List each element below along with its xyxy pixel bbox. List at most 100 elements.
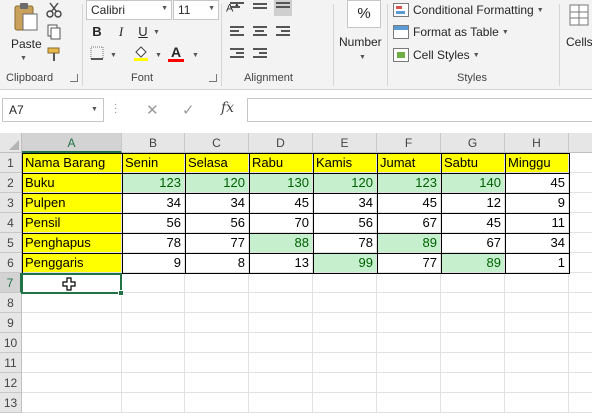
cell-d13[interactable] [249, 393, 313, 413]
column-header-c[interactable]: C [185, 133, 249, 153]
row-header-4[interactable]: 4 [0, 213, 22, 233]
cell-c6[interactable]: 8 [185, 253, 249, 273]
chevron-down-icon[interactable]: ▼ [91, 106, 98, 113]
cell-b6[interactable]: 9 [122, 253, 185, 273]
middle-align-icon[interactable] [253, 3, 267, 15]
bottom-align-icon[interactable] [274, 0, 292, 16]
cell-h8[interactable] [505, 293, 569, 313]
cell-c11[interactable] [185, 353, 249, 373]
cell-b3[interactable]: 34 [122, 193, 185, 213]
cells-group-label[interactable]: Cells [566, 35, 592, 49]
cell-d11[interactable] [249, 353, 313, 373]
align-right-icon[interactable] [276, 26, 290, 38]
cell-a10[interactable] [22, 333, 122, 353]
cell-b4[interactable]: 56 [122, 213, 185, 233]
paste-button[interactable]: Paste ▼ [4, 0, 42, 68]
row-header-9[interactable]: 9 [0, 313, 22, 333]
row-header-2[interactable]: 2 [0, 173, 22, 193]
cell-c12[interactable] [185, 373, 249, 393]
cell-e5[interactable]: 78 [313, 233, 377, 253]
cell-a11[interactable] [22, 353, 122, 373]
cell-e4[interactable]: 56 [313, 213, 377, 233]
cell-g3[interactable]: 12 [441, 193, 505, 213]
name-box[interactable]: A7 [2, 98, 104, 122]
font-launcher-icon[interactable] [209, 74, 217, 82]
row-header-7[interactable]: 7 [0, 273, 22, 293]
cell-h7[interactable] [505, 273, 569, 293]
cell-h3[interactable]: 9 [505, 193, 569, 213]
cell-i13[interactable] [569, 393, 592, 413]
cell-e12[interactable] [313, 373, 377, 393]
formula-input[interactable] [247, 98, 592, 122]
cell-i12[interactable] [569, 373, 592, 393]
row-header-10[interactable]: 10 [0, 333, 22, 353]
cell-h9[interactable] [505, 313, 569, 333]
cell-g2[interactable]: 140 [441, 173, 505, 193]
row-header-8[interactable]: 8 [0, 293, 22, 313]
cell-d8[interactable] [249, 293, 313, 313]
cell-h11[interactable] [505, 353, 569, 373]
cell-a9[interactable] [22, 313, 122, 333]
cell-i7[interactable] [569, 273, 592, 293]
row-header-11[interactable]: 11 [0, 353, 22, 373]
row-header-1[interactable]: 1 [0, 153, 22, 173]
cell-h12[interactable] [505, 373, 569, 393]
cell-f3[interactable]: 45 [377, 193, 441, 213]
cell-e11[interactable] [313, 353, 377, 373]
cell-g8[interactable] [441, 293, 505, 313]
cell-c9[interactable] [185, 313, 249, 333]
cell-d1[interactable]: Rabu [249, 153, 313, 173]
cell-e1[interactable]: Kamis [313, 153, 377, 173]
cell-b11[interactable] [122, 353, 185, 373]
cell-g12[interactable] [441, 373, 505, 393]
cell-e7[interactable] [313, 273, 377, 293]
cell-c2[interactable]: 120 [185, 173, 249, 193]
borders-icon[interactable] [90, 46, 104, 60]
enter-icon[interactable]: ✓ [182, 101, 195, 119]
align-center-icon[interactable] [253, 26, 267, 38]
cell-f2[interactable]: 123 [377, 173, 441, 193]
cell-g6[interactable]: 89 [441, 253, 505, 273]
cell-d10[interactable] [249, 333, 313, 353]
cell-e8[interactable] [313, 293, 377, 313]
cell-e13[interactable] [313, 393, 377, 413]
cell-i1[interactable] [569, 153, 592, 173]
cell-g13[interactable] [441, 393, 505, 413]
cell-i5[interactable] [569, 233, 592, 253]
cell-c13[interactable] [185, 393, 249, 413]
cell-i6[interactable] [569, 253, 592, 273]
cell-a12[interactable] [22, 373, 122, 393]
cell-a4[interactable]: Pensil [22, 213, 122, 233]
decrease-indent-icon[interactable] [230, 48, 244, 60]
italic-button[interactable]: I [112, 23, 130, 41]
column-header-f[interactable]: F [377, 133, 441, 153]
cell-d4[interactable]: 70 [249, 213, 313, 233]
cell-a1[interactable]: Nama Barang [22, 153, 122, 173]
cell-e10[interactable] [313, 333, 377, 353]
cell-b1[interactable]: Senin [122, 153, 185, 173]
chevron-down-icon[interactable]: ▼ [192, 52, 199, 59]
cell-e9[interactable] [313, 313, 377, 333]
column-header-e[interactable]: E [313, 133, 377, 153]
cell-b5[interactable]: 78 [122, 233, 185, 253]
cell-f12[interactable] [377, 373, 441, 393]
row-header-3[interactable]: 3 [0, 193, 22, 213]
cell-h10[interactable] [505, 333, 569, 353]
insert-function-icon[interactable]: fx [221, 100, 234, 116]
bold-button[interactable]: B [88, 23, 106, 41]
row-header-13[interactable]: 13 [0, 393, 22, 413]
cell-g4[interactable]: 45 [441, 213, 505, 233]
cell-h2[interactable]: 45 [505, 173, 569, 193]
cell-a3[interactable]: Pulpen [22, 193, 122, 213]
cell-b2[interactable]: 123 [122, 173, 185, 193]
cell-b10[interactable] [122, 333, 185, 353]
chevron-down-icon[interactable]: ▼ [153, 29, 160, 36]
cell-h13[interactable] [505, 393, 569, 413]
cell-c8[interactable] [185, 293, 249, 313]
cell-d6[interactable]: 13 [249, 253, 313, 273]
cell-i2[interactable] [569, 173, 592, 193]
cells-icon[interactable] [569, 4, 589, 26]
number-group-label[interactable]: Number [339, 35, 382, 49]
row-header-5[interactable]: 5 [0, 233, 22, 253]
cell-f1[interactable]: Jumat [377, 153, 441, 173]
